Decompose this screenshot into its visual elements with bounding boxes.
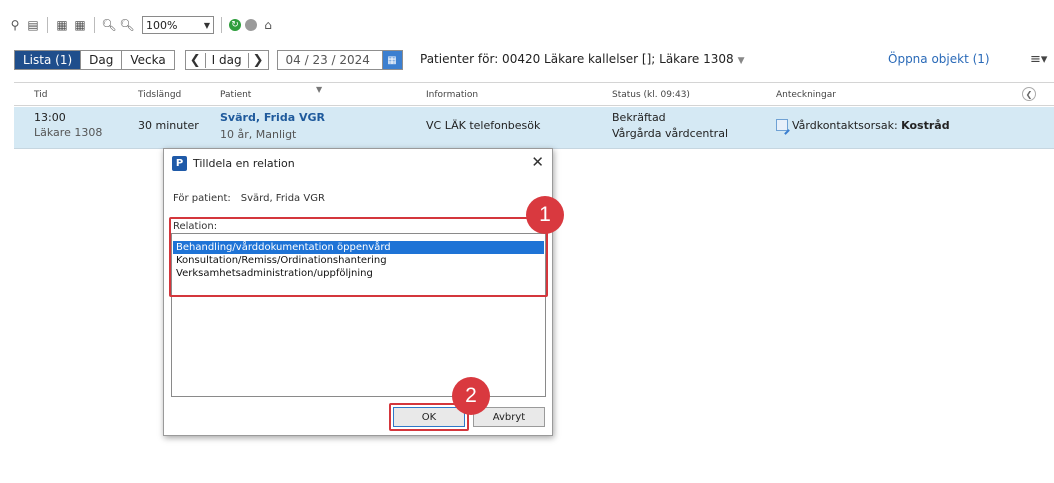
print-icon[interactable]: ▦ [55, 18, 69, 32]
column-header-tid[interactable]: Tid [34, 90, 47, 100]
open-objects-link[interactable]: Öppna objekt (1) [888, 52, 990, 66]
note-value: Kostråd [901, 119, 950, 132]
menu-icon[interactable]: ≡▾ [1030, 52, 1047, 67]
for-patient-value: Svärd, Frida VGR [240, 193, 325, 204]
row-doctor: Läkare 1308 [34, 126, 103, 139]
tab-dag[interactable]: Dag [81, 51, 123, 69]
row-status-place: Vårgårda vårdcentral [612, 127, 728, 140]
view-tabs: Lista (1) Dag Vecka [14, 50, 175, 70]
row-status: Bekräftad [612, 111, 666, 124]
zoom-select[interactable]: 100% ▼ [142, 16, 214, 34]
row-note: Vårdkontaktsorsak: Kostråd [776, 119, 950, 132]
zoom-out-icon[interactable]: 🔍︎ [119, 18, 134, 32]
stop-icon[interactable] [245, 19, 257, 31]
for-patient-label: För patient: [173, 193, 231, 204]
zoom-value: 100% [146, 18, 178, 32]
row-patient-sub: 10 år, Manligt [220, 128, 297, 141]
for-patient-row: För patient: Svärd, Frida VGR [173, 193, 325, 204]
toolbar-divider [94, 17, 95, 33]
column-header-patient[interactable]: Patient [220, 90, 251, 100]
home-icon[interactable]: ⌂ [261, 18, 275, 32]
dialog-title: Tilldela en relation [193, 157, 295, 170]
app-logo-icon: P [172, 156, 187, 171]
toolbar-divider [221, 17, 222, 33]
column-header-status[interactable]: Status (kl. 09:43) [612, 90, 690, 100]
calendar-icon[interactable]: ▦ [381, 51, 402, 69]
step-badge-1: 1 [526, 196, 564, 234]
assign-relation-dialog: P Tilldela en relation ✕ För patient: Svä… [163, 148, 553, 436]
chevron-down-icon: ▼ [203, 20, 210, 30]
column-header-information[interactable]: Information [426, 90, 478, 100]
row-information: VC LÄK telefonbesök [426, 119, 541, 132]
zoom-in-icon[interactable]: 🔍︎ [101, 18, 116, 32]
tab-lista[interactable]: Lista (1) [15, 51, 82, 69]
patients-for-selector[interactable]: Patienter för: 00420 Läkare kallelser []… [420, 52, 745, 66]
highlight-box-relation [169, 217, 548, 297]
chevron-right-icon[interactable]: ❯ [247, 52, 268, 68]
appointment-table: Tid Tidslängd Patient ▼ Information Stat… [14, 82, 1054, 149]
day-navigator: ❮ I dag ❯ [184, 50, 269, 70]
column-header-anteckningar[interactable]: Anteckningar [776, 90, 836, 100]
row-duration: 30 minuter [138, 119, 199, 132]
refresh-icon[interactable]: ↻ [229, 19, 241, 31]
close-icon[interactable]: ✕ [531, 153, 544, 171]
view-navigation: Lista (1) Dag Vecka ❮ I dag ❯ 04 / 23 / … [14, 50, 403, 70]
date-field[interactable]: 04 / 23 / 2024 ▦ [276, 50, 403, 70]
date-value: 04 / 23 / 2024 [285, 53, 370, 67]
tab-vecka[interactable]: Vecka [122, 51, 174, 69]
toolbar: ⚲ ▤ ▦ ▦ 🔍︎ 🔍︎ 100% ▼ ↻ ⌂ [8, 14, 275, 36]
binoculars-icon[interactable]: ⚲ [8, 18, 22, 32]
step-badge-2: 2 [452, 377, 490, 415]
document-icon[interactable]: ▤ [26, 18, 40, 32]
chevron-left-icon[interactable]: ❮ [186, 52, 206, 68]
print-preview-icon[interactable]: ▦ [73, 18, 87, 32]
today-button[interactable]: I dag [206, 53, 248, 67]
edit-note-icon[interactable] [776, 119, 788, 131]
dialog-title-bar: P Tilldela en relation [172, 156, 295, 171]
chevron-down-icon: ▼ [737, 56, 745, 66]
note-label: Vårdkontaktsorsak: [792, 119, 898, 132]
table-header: Tid Tidslängd Patient ▼ Information Stat… [14, 82, 1054, 106]
row-patient-name[interactable]: Svärd, Frida VGR [220, 111, 325, 124]
sort-caret-icon: ▼ [316, 85, 323, 94]
toolbar-divider [47, 17, 48, 33]
row-time: 13:00 [34, 111, 66, 124]
column-collapse-icon[interactable]: ❮ [1022, 87, 1036, 101]
column-header-tidslangd[interactable]: Tidslängd [138, 90, 181, 100]
patients-for-label: Patienter för: 00420 Läkare kallelser []… [420, 52, 734, 66]
table-row[interactable]: 13:00 Läkare 1308 30 minuter Svärd, Frid… [14, 107, 1054, 149]
